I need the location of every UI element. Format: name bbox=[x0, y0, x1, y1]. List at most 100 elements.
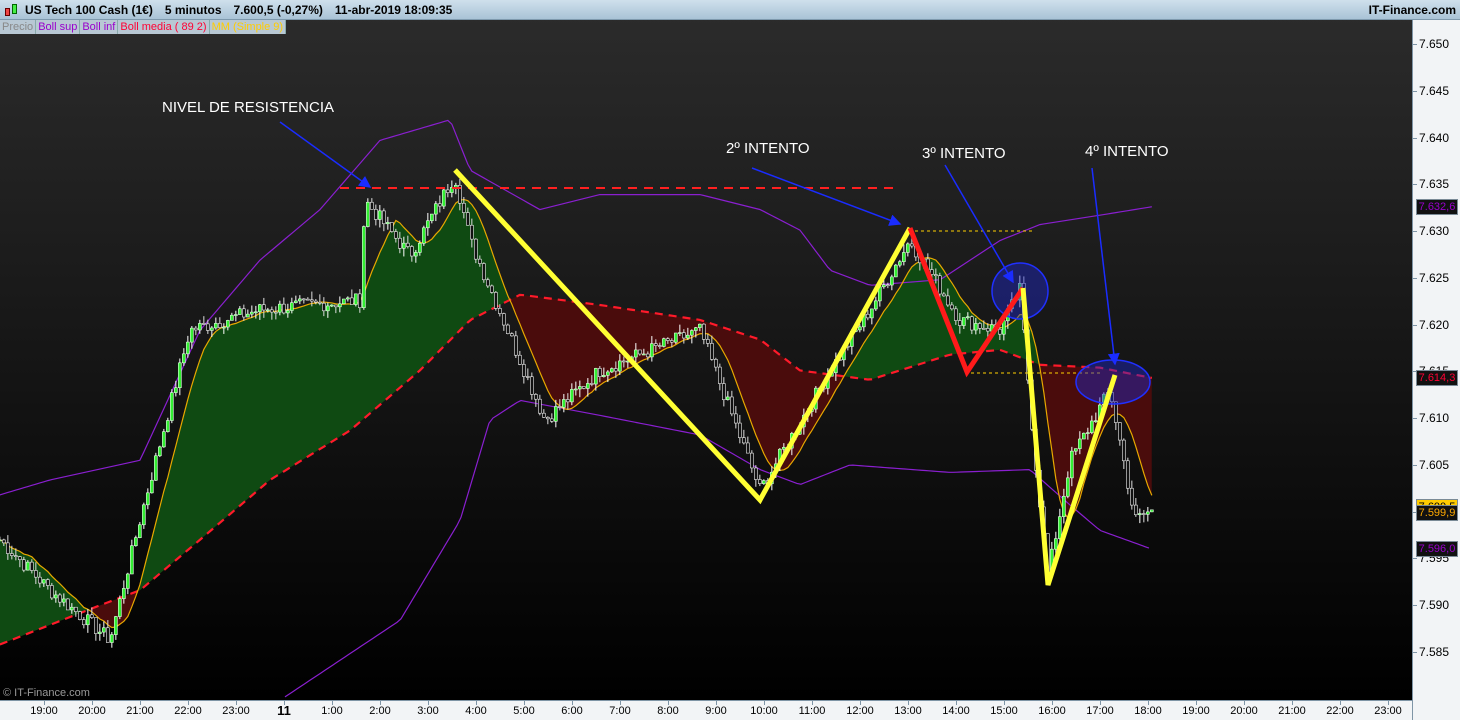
candle-body bbox=[274, 311, 278, 314]
candle bbox=[154, 452, 158, 481]
candle bbox=[494, 291, 498, 311]
candle-body bbox=[942, 293, 946, 297]
candle bbox=[482, 262, 486, 283]
candle-body bbox=[282, 303, 286, 314]
annotation-resistance: NIVEL DE RESISTENCIA bbox=[162, 99, 334, 116]
candle-body bbox=[270, 309, 274, 313]
candle-body bbox=[482, 263, 486, 281]
candle-body bbox=[578, 386, 582, 390]
candle-body bbox=[206, 323, 210, 331]
watermark: © IT-Finance.com bbox=[3, 687, 90, 699]
candle-body bbox=[258, 304, 262, 313]
candle bbox=[490, 284, 494, 294]
candle-body bbox=[350, 297, 354, 305]
candle-body bbox=[550, 418, 554, 422]
time-tick: 23:00 bbox=[222, 705, 250, 717]
candle-body bbox=[590, 383, 594, 385]
time-tick: 2:00 bbox=[369, 705, 391, 717]
candle-body bbox=[518, 354, 522, 365]
candle-body bbox=[570, 389, 574, 403]
candle bbox=[506, 323, 510, 335]
candle-body bbox=[330, 304, 334, 307]
candle-body bbox=[114, 616, 118, 635]
candle-body bbox=[1082, 432, 1086, 440]
candle-body bbox=[514, 335, 518, 356]
candle-body bbox=[534, 394, 538, 400]
annotation-second: 2º INTENTO bbox=[726, 140, 810, 157]
candle-body bbox=[666, 338, 670, 341]
candle-body bbox=[686, 334, 690, 339]
candle-body bbox=[886, 284, 890, 287]
legend-item[interactable]: Boll inf bbox=[80, 20, 119, 34]
candle bbox=[422, 225, 426, 246]
indicator-legend: Precio Boll sup Boll inf Boll media ( 89 2)… bbox=[0, 20, 287, 34]
candle-body bbox=[538, 398, 542, 414]
candle-body bbox=[298, 298, 302, 302]
candle-body bbox=[18, 556, 22, 561]
candle-body bbox=[706, 339, 710, 344]
time-tick: 5:00 bbox=[513, 705, 535, 717]
candle-body bbox=[726, 396, 730, 401]
time-axis[interactable]: 19:00 20:00 21:00 22:00 23:00 11 1:00 2:00 3:00 4… bbox=[0, 700, 1412, 720]
legend-item[interactable]: Boll sup bbox=[36, 20, 81, 34]
price-chart[interactable]: NIVEL DE RESISTENCIA 2º INTENTO 3º INTEN… bbox=[0, 0, 1412, 700]
candle bbox=[118, 595, 122, 620]
candle-body bbox=[1138, 513, 1142, 516]
candle bbox=[1082, 432, 1086, 440]
legend-item[interactable]: Boll media ( 89 2) bbox=[118, 20, 210, 34]
candle-body bbox=[382, 210, 386, 225]
candle-body bbox=[558, 406, 562, 408]
candle-body bbox=[474, 238, 478, 260]
candle-body bbox=[1066, 477, 1070, 497]
candle-body bbox=[178, 362, 182, 389]
candle-body bbox=[958, 320, 962, 326]
candle-body bbox=[194, 327, 198, 331]
candle-body bbox=[1054, 538, 1058, 550]
candle-body bbox=[126, 573, 130, 589]
candle-body bbox=[598, 368, 602, 377]
candle-body bbox=[378, 210, 382, 220]
candle-body bbox=[562, 399, 566, 408]
instrument-name: US Tech 100 Cash (1€) bbox=[25, 2, 153, 17]
candle-body bbox=[1090, 420, 1094, 433]
candle-body bbox=[978, 323, 982, 329]
candle-body bbox=[102, 627, 106, 633]
candle-body bbox=[1074, 448, 1078, 452]
candle-body bbox=[386, 222, 390, 225]
candle-body bbox=[594, 368, 598, 385]
legend-item[interactable]: Precio bbox=[0, 20, 37, 34]
candle-body bbox=[374, 209, 378, 220]
candle-body bbox=[94, 617, 98, 634]
candle-body bbox=[254, 311, 258, 314]
candle bbox=[342, 298, 346, 305]
candle-body bbox=[446, 189, 450, 193]
time-tick: 10:00 bbox=[750, 705, 778, 717]
candle-body bbox=[898, 261, 902, 266]
timeframe[interactable]: 5 minutos bbox=[165, 3, 222, 17]
candle bbox=[362, 225, 366, 310]
time-tick: 21:00 bbox=[1278, 705, 1306, 717]
time-tick: 9:00 bbox=[705, 705, 727, 717]
candle-body bbox=[1070, 450, 1074, 479]
candle-body bbox=[478, 258, 482, 264]
time-tick: 18:00 bbox=[1134, 705, 1162, 717]
candle-body bbox=[554, 406, 558, 422]
price-badge: 7.614,3 bbox=[1416, 369, 1458, 386]
candle-body bbox=[634, 349, 638, 358]
candle-body bbox=[318, 302, 322, 304]
time-tick: 22:00 bbox=[1326, 705, 1354, 717]
candle-body bbox=[870, 308, 874, 319]
candle-body bbox=[622, 360, 626, 363]
candle-body bbox=[118, 598, 122, 617]
price-tick: 7.625 bbox=[1419, 270, 1450, 285]
legend-item[interactable]: MM (Simple 9) bbox=[209, 20, 287, 34]
candle-body bbox=[226, 320, 230, 328]
candle-body bbox=[714, 359, 718, 368]
candle-body bbox=[66, 598, 70, 611]
candle-body bbox=[290, 302, 294, 311]
candle-body bbox=[574, 388, 578, 391]
candle-body bbox=[262, 304, 266, 311]
candle-body bbox=[170, 392, 174, 421]
candle-body bbox=[638, 349, 642, 355]
candle-body bbox=[738, 422, 742, 438]
